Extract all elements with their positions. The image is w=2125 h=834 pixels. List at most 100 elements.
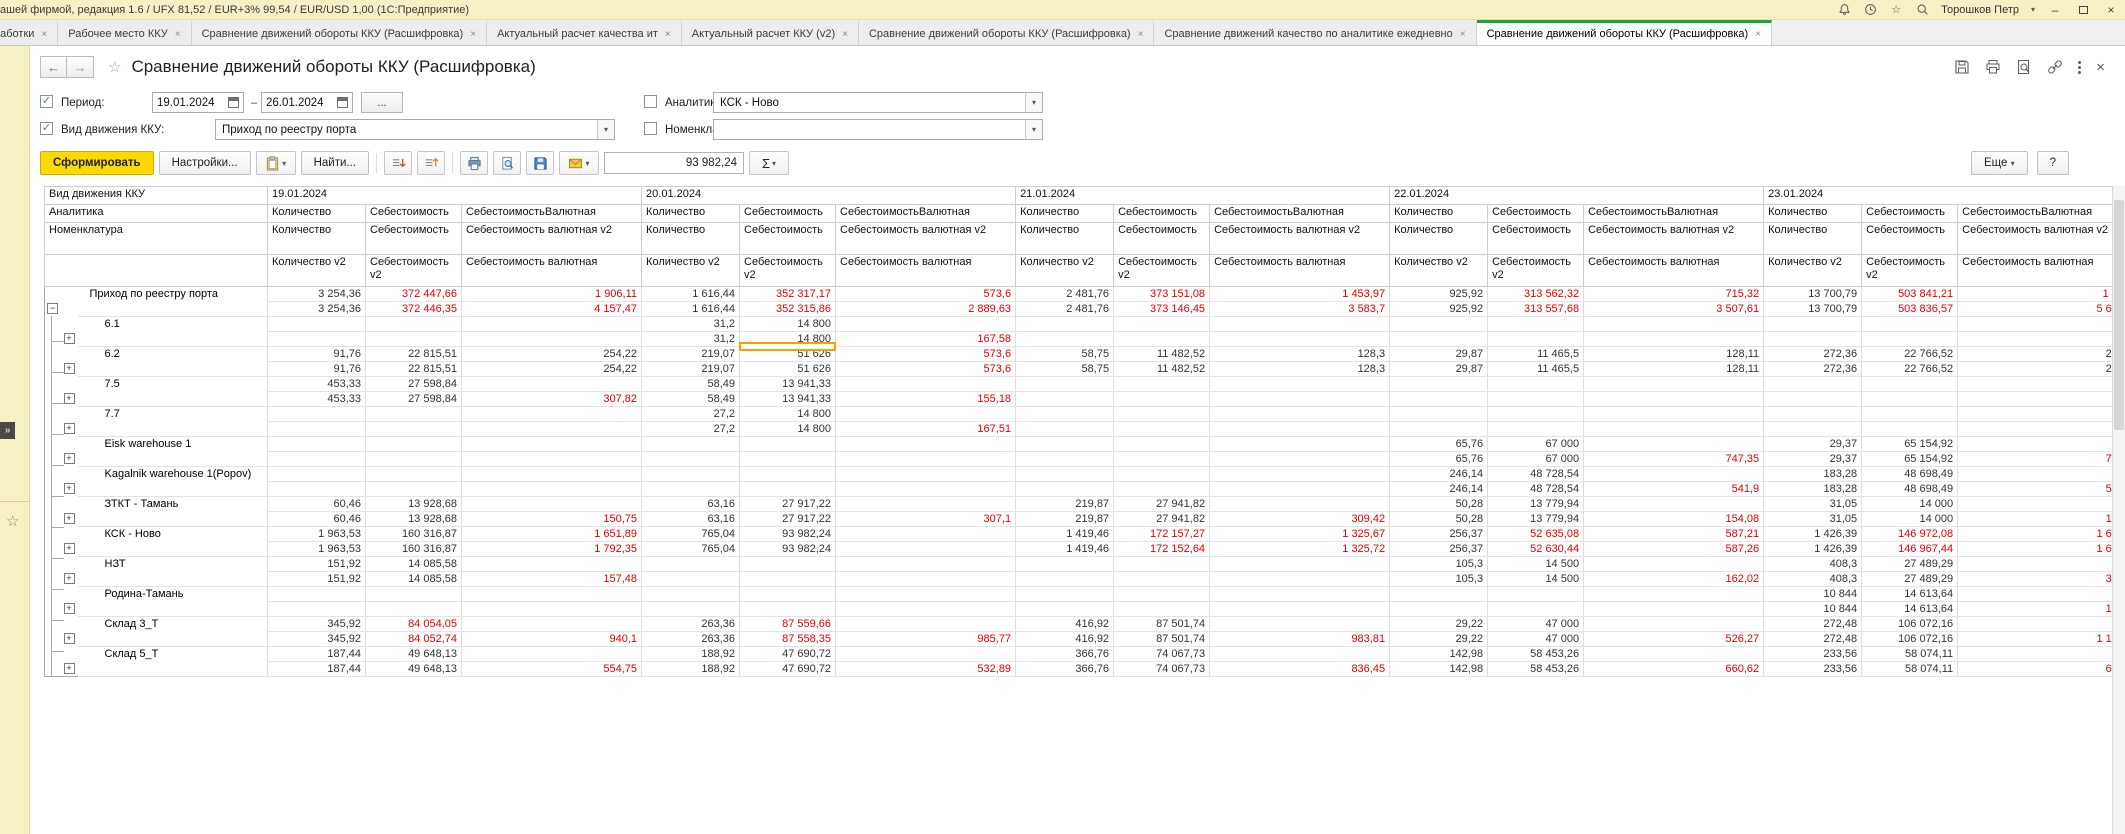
report-cell[interactable] bbox=[1584, 497, 1764, 512]
expand-group-icon[interactable]: + bbox=[64, 573, 75, 584]
report-cell[interactable] bbox=[1958, 407, 2112, 422]
report-cell[interactable]: 1 426,39 bbox=[1764, 527, 1862, 542]
user-menu-caret-icon[interactable]: ▾ bbox=[2031, 5, 2035, 14]
report-cell[interactable] bbox=[1764, 377, 1862, 392]
report-cell[interactable]: 93 982,24 bbox=[740, 527, 836, 542]
report-cell[interactable] bbox=[268, 452, 366, 467]
tab[interactable]: Рабочее место ККУ× bbox=[58, 20, 191, 45]
report-cell[interactable]: 352 315,86 bbox=[740, 302, 836, 317]
report-cell[interactable]: 5 631,8 bbox=[1958, 302, 2112, 317]
report-cell[interactable] bbox=[366, 332, 462, 347]
row-group-label[interactable]: 6.1 bbox=[78, 317, 268, 347]
report-cell[interactable]: 60,46 bbox=[268, 497, 366, 512]
report-cell[interactable] bbox=[1114, 422, 1210, 437]
report-cell[interactable]: 27 489,29 bbox=[1862, 557, 1958, 572]
report-cell[interactable]: 263,36 bbox=[642, 617, 740, 632]
report-cell[interactable]: 587,21 bbox=[1584, 527, 1764, 542]
report-cell[interactable]: 91,76 bbox=[268, 347, 366, 362]
period-checkbox[interactable]: ✓ bbox=[40, 95, 53, 108]
report-cell[interactable] bbox=[366, 422, 462, 437]
report-cell[interactable]: 272,48 bbox=[1764, 632, 1862, 647]
report-cell[interactable] bbox=[462, 617, 642, 632]
close-form-icon[interactable]: × bbox=[2096, 59, 2105, 76]
report-cell[interactable] bbox=[366, 407, 462, 422]
tab-close-icon[interactable]: × bbox=[1138, 29, 1144, 40]
measure-header-cell[interactable]: СебестоимостьВалютная bbox=[462, 205, 642, 223]
report-cell[interactable]: 532,89 bbox=[836, 662, 1016, 677]
report-cell[interactable]: 2 481,76 bbox=[1016, 302, 1114, 317]
report-cell[interactable] bbox=[462, 452, 642, 467]
chevron-down-icon[interactable]: ▾ bbox=[597, 120, 614, 139]
report-cell[interactable] bbox=[642, 587, 740, 602]
report-cell[interactable] bbox=[1862, 377, 1958, 392]
report-cell[interactable]: 11 482,52 bbox=[1114, 347, 1210, 362]
measure-header-cell[interactable]: Количество bbox=[1390, 223, 1488, 255]
report-cell[interactable] bbox=[1016, 482, 1114, 497]
report-cell[interactable]: 254,22 bbox=[462, 347, 642, 362]
report-cell[interactable]: 13 928,68 bbox=[366, 512, 462, 527]
close-window-button[interactable]: × bbox=[2103, 3, 2119, 17]
measure-header-cell[interactable]: Себестоимость валютная v2 bbox=[1958, 223, 2112, 255]
measure-header-cell[interactable]: Количество bbox=[1764, 223, 1862, 255]
report-cell[interactable] bbox=[1210, 452, 1390, 467]
report-cell[interactable]: 50,28 bbox=[1390, 497, 1488, 512]
period-more-button[interactable]: ... bbox=[361, 92, 403, 113]
row-header-cell[interactable]: Аналитика bbox=[45, 205, 268, 223]
measure-header-cell[interactable]: Себестоимость bbox=[740, 205, 836, 223]
favorite-toggle-star-icon[interactable]: ☆ bbox=[108, 58, 121, 76]
report-cell[interactable] bbox=[1488, 332, 1584, 347]
row-header-cell[interactable]: Номенклатура bbox=[45, 223, 268, 255]
measure-header-cell[interactable]: Себестоимость валютная v2 bbox=[462, 223, 642, 255]
report-cell[interactable] bbox=[740, 602, 836, 617]
measure-header-cell[interactable]: Себестоимость v2 bbox=[740, 255, 836, 287]
measure-header-cell[interactable]: Себестоимость bbox=[1114, 223, 1210, 255]
report-cell[interactable] bbox=[836, 407, 1016, 422]
expand-group-icon[interactable]: + bbox=[64, 363, 75, 374]
report-cell[interactable]: 60,46 bbox=[268, 512, 366, 527]
report-cell[interactable] bbox=[1958, 422, 2112, 437]
report-cell[interactable]: 48 728,54 bbox=[1488, 482, 1584, 497]
save-icon[interactable] bbox=[1954, 59, 1970, 75]
report-cell[interactable]: 416,92 bbox=[1016, 632, 1114, 647]
report-cell[interactable]: 3 507,61 bbox=[1584, 302, 1764, 317]
report-cell[interactable]: 587,26 bbox=[1584, 542, 1764, 557]
report-cell[interactable] bbox=[1584, 392, 1764, 407]
report-cell[interactable]: 31,2 bbox=[642, 317, 740, 332]
report-cell[interactable]: 345,92 bbox=[268, 617, 366, 632]
report-cell[interactable] bbox=[1016, 602, 1114, 617]
report-cell[interactable]: 29,37 bbox=[1764, 437, 1862, 452]
report-cell[interactable] bbox=[366, 482, 462, 497]
report-cell[interactable]: 14 085,58 bbox=[366, 557, 462, 572]
measure-header-cell[interactable]: Количество v2 bbox=[1390, 255, 1488, 287]
report-cell[interactable]: 162,02 bbox=[1584, 572, 1764, 587]
send-email-button[interactable]: ▾ bbox=[559, 151, 599, 175]
report-cell[interactable] bbox=[268, 437, 366, 452]
report-cell[interactable]: 31,2 bbox=[642, 332, 740, 347]
measure-header-cell[interactable]: Себестоимость валютная v2 bbox=[1210, 223, 1390, 255]
scrollbar-thumb[interactable] bbox=[2114, 200, 2124, 430]
report-cell[interactable] bbox=[1390, 317, 1488, 332]
more-button[interactable]: Еще ▾ bbox=[1971, 151, 2028, 175]
report-cell[interactable]: 13 700,79 bbox=[1764, 302, 1862, 317]
report-cell[interactable]: 128,11 bbox=[1584, 362, 1764, 377]
report-cell[interactable]: 366,76 bbox=[1016, 647, 1114, 662]
measure-header-cell[interactable]: Себестоимость валютная v2 bbox=[836, 223, 1016, 255]
report-cell[interactable] bbox=[268, 482, 366, 497]
report-cell[interactable] bbox=[740, 572, 836, 587]
report-cell[interactable]: 63,16 bbox=[642, 497, 740, 512]
report-cell[interactable]: 985,77 bbox=[836, 632, 1016, 647]
report-cell[interactable]: 48 728,54 bbox=[1488, 467, 1584, 482]
report-cell[interactable] bbox=[740, 467, 836, 482]
tab-close-icon[interactable]: × bbox=[175, 29, 181, 40]
report-cell[interactable]: 13 928,68 bbox=[366, 497, 462, 512]
report-cell[interactable] bbox=[1488, 422, 1584, 437]
date-header-cell[interactable]: 19.01.2024 bbox=[268, 187, 642, 205]
report-cell[interactable]: 307,3 bbox=[1958, 572, 2112, 587]
report-cell[interactable]: 219,07 bbox=[642, 362, 740, 377]
report-cell[interactable] bbox=[1862, 422, 1958, 437]
report-cell[interactable]: 58,49 bbox=[642, 377, 740, 392]
report-cell[interactable]: 14 000 bbox=[1862, 497, 1958, 512]
report-cell[interactable]: 106 072,16 bbox=[1862, 617, 1958, 632]
measure-header-cell[interactable]: Себестоимость bbox=[366, 223, 462, 255]
report-cell[interactable] bbox=[642, 467, 740, 482]
